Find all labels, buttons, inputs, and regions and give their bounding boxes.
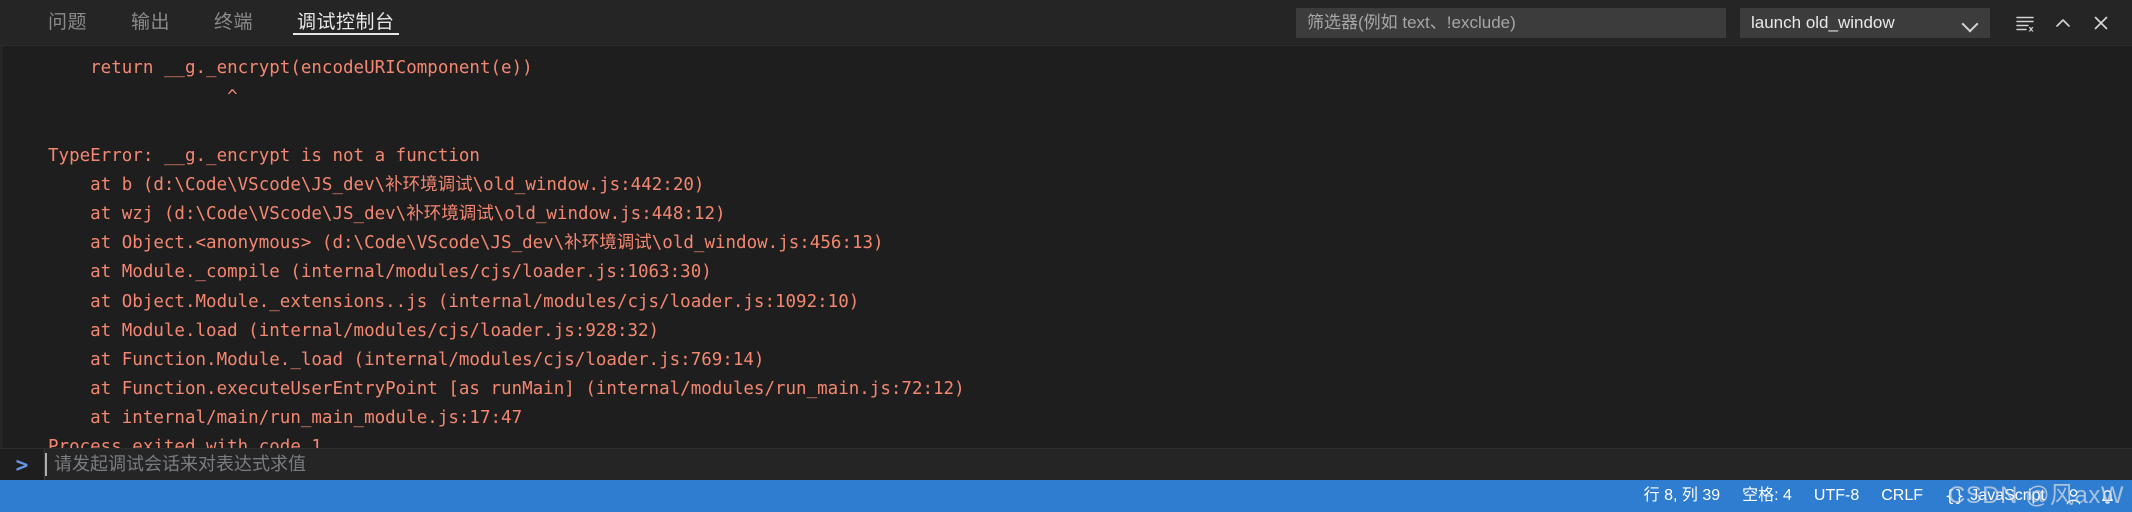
console-line: at Object.<anonymous> (d:\Code\VScode\JS… <box>48 233 884 254</box>
status-cursor-position[interactable]: 行 8, 列 39 <box>1633 480 1731 512</box>
console-output-lines: return __g._encrypt(encodeURIComponent(e… <box>0 46 2132 448</box>
repl-prompt-icon: > <box>15 452 29 477</box>
close-panel-button[interactable] <box>2084 6 2118 40</box>
console-line: return __g._encrypt(encodeURIComponent(e… <box>48 58 533 78</box>
status-eol[interactable]: CRLF <box>1870 480 1934 512</box>
clear-console-icon: x <box>2016 16 2035 33</box>
braces-icon: {} <box>1945 486 1965 505</box>
panel-tab-list: 问题 输出 终端 调试控制台 <box>0 0 417 45</box>
console-line: Process exited with code 1 <box>48 437 322 448</box>
header-spacer <box>417 0 1296 45</box>
console-line: TypeError: __g._encrypt is not a functio… <box>48 145 480 166</box>
status-encoding-label: UTF-8 <box>1813 487 1860 504</box>
debug-session-select[interactable]: launch old_window <box>1740 7 1990 38</box>
console-line: at Function.executeUserEntryPoint [as ru… <box>48 379 965 400</box>
svg-text:x: x <box>2029 24 2035 33</box>
close-icon <box>2094 16 2108 29</box>
filter-input[interactable] <box>1307 8 1715 37</box>
console-line: at Module.load (internal/modules/cjs/loa… <box>48 320 660 341</box>
debug-console-output-area[interactable]: return __g._encrypt(encodeURIComponent(e… <box>0 46 2132 448</box>
console-line: at wzj (d:\Code\VScode\JS_dev\补环境调试\old_… <box>48 203 726 224</box>
panel-header-actions: x <box>2008 6 2132 40</box>
status-cursor-position-label: 行 8, 列 39 <box>1643 487 1721 504</box>
chevron-down-icon <box>1961 14 1979 32</box>
status-encoding[interactable]: UTF-8 <box>1803 480 1870 512</box>
status-eol-label: CRLF <box>1881 487 1924 504</box>
repl-input-row[interactable]: > <box>0 448 2132 480</box>
tab-output[interactable]: 输出 <box>109 0 192 45</box>
status-language-mode[interactable]: {} JavaScript <box>1934 480 2056 512</box>
status-bar-right: 行 8, 列 39 空格: 4 UTF-8 CRLF {} JavaScript <box>1633 480 2124 512</box>
bell-icon <box>2101 489 2113 504</box>
status-indentation-label: 空格: 4 <box>1742 487 1792 504</box>
repl-field-wrapper[interactable] <box>44 449 2132 480</box>
console-line: at Function.Module._load (internal/modul… <box>48 349 765 370</box>
account-icon <box>2066 488 2080 504</box>
vscode-debug-console-panel: 问题 输出 终端 调试控制台 launch old_window <box>0 0 2132 512</box>
status-language-mode-label: JavaScript <box>1970 487 2045 504</box>
clear-console-button[interactable]: x <box>2008 6 2042 40</box>
console-line: at Object.Module._extensions..js (intern… <box>48 291 860 312</box>
panel-header: 问题 输出 终端 调试控制台 launch old_window <box>0 0 2132 46</box>
repl-caret <box>45 453 47 476</box>
repl-input[interactable] <box>48 449 2132 480</box>
console-line: ^ <box>48 87 238 108</box>
console-line: at Module._compile (internal/modules/cjs… <box>48 262 712 283</box>
filter-box[interactable] <box>1296 7 1726 38</box>
chevron-up-icon <box>2056 18 2070 27</box>
status-notifications-button[interactable] <box>2090 480 2124 512</box>
status-indentation[interactable]: 空格: 4 <box>1731 480 1803 512</box>
status-account-button[interactable] <box>2056 480 2090 512</box>
console-line: at internal/main/run_main_module.js:17:4… <box>48 408 523 429</box>
console-line: at b (d:\Code\VScode\JS_dev\补环境调试\old_wi… <box>48 174 705 195</box>
debug-session-label: launch old_window <box>1751 12 1895 32</box>
tab-debug-console[interactable]: 调试控制台 <box>275 0 417 45</box>
status-bar: 行 8, 列 39 空格: 4 UTF-8 CRLF {} JavaScript <box>0 480 2132 512</box>
maximize-panel-button[interactable] <box>2046 6 2080 40</box>
tab-terminal[interactable]: 终端 <box>192 0 275 45</box>
tab-problems[interactable]: 问题 <box>26 0 109 45</box>
